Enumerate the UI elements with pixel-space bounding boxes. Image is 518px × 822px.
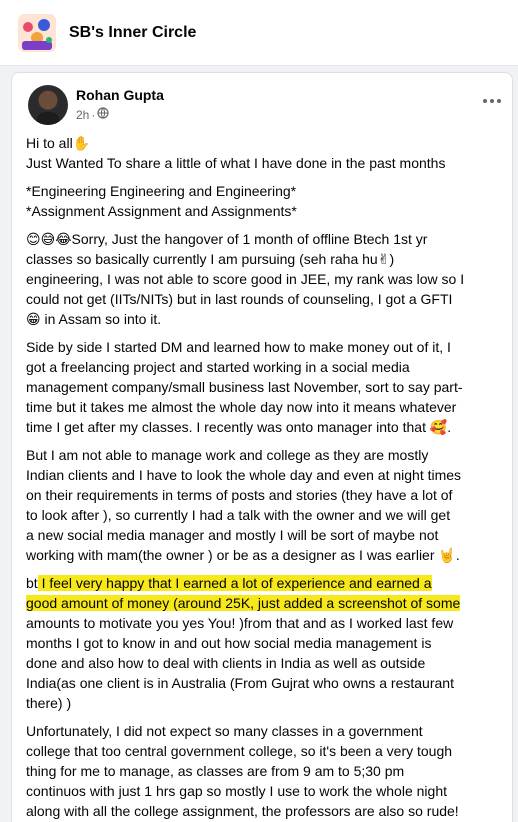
meta-separator: ·	[91, 107, 96, 122]
post-text-line: months I got to know in and out how soci…	[26, 635, 432, 651]
post-text-line: there) )	[26, 695, 72, 711]
group-title[interactable]: SB's Inner Circle	[69, 24, 196, 42]
post-text-line: Unfortunately, I did not expect so many …	[26, 723, 423, 739]
post-text-line: working with mam(the owner ) or be as a …	[26, 547, 460, 563]
post-text-line: could not get (IITs/NITs) but in last ro…	[26, 291, 453, 307]
post-header: Rohan Gupta 2h ·	[28, 85, 501, 125]
author-name[interactable]: Rohan Gupta	[76, 87, 164, 103]
group-header: SB's Inner Circle	[0, 0, 518, 66]
highlighted-text: good amount of money (around 25K, just a…	[26, 595, 461, 611]
post-body: Hi to all✋ Just Wanted To share a little …	[26, 133, 502, 822]
globe-icon[interactable]	[97, 107, 109, 122]
post-text-line: time but it takes me almost the whole da…	[26, 399, 457, 415]
post-text-line: got a freelancing project and started wo…	[26, 359, 410, 375]
post-text-line: India(as one client is in Australia (Fro…	[26, 675, 454, 691]
post-meta: 2h ·	[76, 107, 109, 122]
post-text-line: *Assignment Assignment and Assignments*	[26, 203, 297, 219]
post-text-line: Just Wanted To share a little of what I …	[26, 155, 446, 171]
post-paragraph: *Engineering Engineering and Engineering…	[26, 181, 502, 221]
post-time[interactable]: 2h	[76, 108, 89, 122]
post-text-line: a new social media manager and mostly I …	[26, 527, 439, 543]
post-paragraph: 😊😅😂Sorry, Just the hangover of 1 month o…	[26, 229, 502, 329]
post-text-line: to look after ), so currently I had a ta…	[26, 507, 451, 523]
post-text-line: bt I feel very happy that I earned a lot…	[26, 573, 502, 593]
post-paragraph: Hi to all✋ Just Wanted To share a little …	[26, 133, 502, 173]
group-illustration-icon[interactable]	[18, 13, 56, 52]
post-text-line: 😁 in Assam so into it.	[26, 311, 162, 327]
post-card: Rohan Gupta 2h · Hi to all✋ Just Wanted T…	[11, 72, 513, 822]
more-options-icon[interactable]	[476, 89, 508, 113]
post-text-line: continuos with just 1 hrs gap so mostly …	[26, 783, 447, 799]
post-text-line: done and also how to deal with clients i…	[26, 655, 426, 671]
post-text-line: good amount of money (around 25K, just a…	[26, 593, 502, 613]
post-paragraph: bt I feel very happy that I earned a lot…	[26, 573, 502, 713]
post-text-line: 😊😅😂Sorry, Just the hangover of 1 month o…	[26, 231, 428, 247]
post-text-line: classes so basically currently I am purs…	[26, 251, 395, 267]
post-text-line: Side by side I started DM and learned ho…	[26, 339, 451, 355]
post-text-line: college that too central government coll…	[26, 743, 453, 759]
text-plain: bt	[26, 575, 38, 591]
post-paragraph: But I am not able to manage work and col…	[26, 445, 502, 565]
post-text-line: management company/small business last N…	[26, 379, 463, 395]
post-paragraph: Side by side I started DM and learned ho…	[26, 337, 502, 437]
highlighted-text: I feel very happy that I earned a lot of…	[37, 575, 432, 591]
post-text-line: Hi to all✋	[26, 135, 91, 151]
author-avatar[interactable]	[28, 85, 68, 125]
post-text-line: Indian clients and I have to look the wh…	[26, 467, 462, 483]
post-text-line: engineering, I was not able to score goo…	[26, 271, 465, 287]
post-text-line: on their requirements in terms of posts …	[26, 487, 453, 503]
post-text-line: *Engineering Engineering and Engineering…	[26, 183, 297, 199]
post-text-line: along with all the college assignment, t…	[26, 803, 459, 819]
post-text-line: amounts to motivate you yes You! )from t…	[26, 615, 454, 631]
post-text-line: time I get after my classes. I recently …	[26, 419, 452, 435]
post-paragraph: Unfortunately, I did not expect so many …	[26, 721, 502, 821]
post-text-line: But I am not able to manage work and col…	[26, 447, 429, 463]
post-text-line: thing for me to manage, as classes are f…	[26, 763, 405, 779]
